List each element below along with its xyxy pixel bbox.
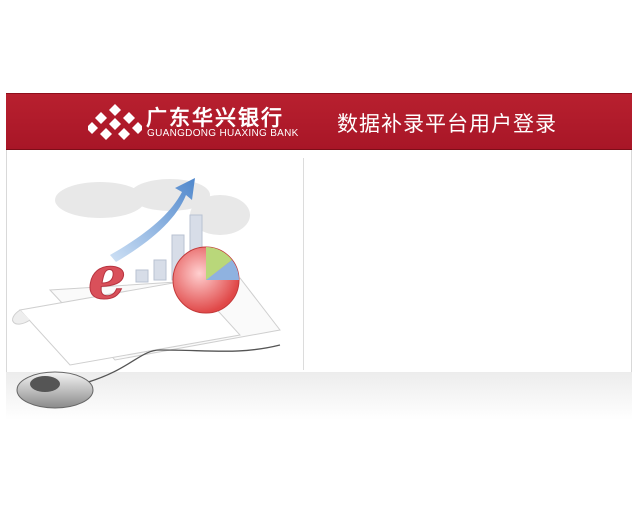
ie-logo-icon: e [88,243,126,313]
bank-logo-icon [88,104,142,140]
login-form-area [310,165,620,365]
pie-chart-icon [172,246,240,314]
bank-name-en: GUANGDONG HUAXING BANK [147,128,299,139]
panel-divider [303,158,304,370]
paper-icon [12,277,281,366]
header-bar: 广东华兴银行 GUANGDONG HUAXING BANK 数据补录平台用户登录 [6,93,632,150]
page-title: 数据补录平台用户登录 [337,112,557,136]
mouse-icon [16,371,94,409]
ie-chart-mouse-illustration: e [12,178,281,409]
